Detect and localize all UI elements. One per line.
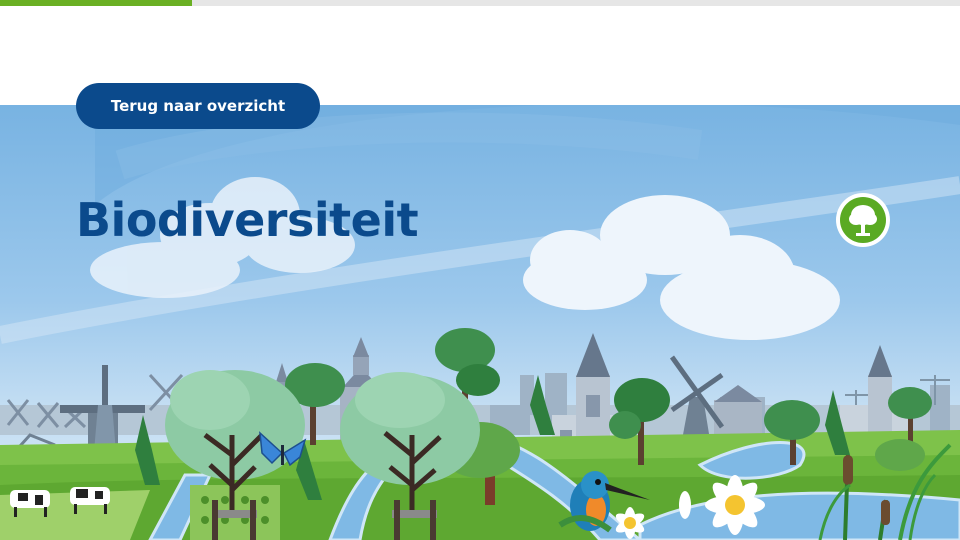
progress-bar-fill [0,0,192,6]
landscape-illustration [0,105,960,540]
progress-bar [0,0,960,6]
tree-icon [849,205,877,236]
page-title: Biodiversiteit [76,193,419,247]
hero-illustration [0,105,960,540]
tree-badge [836,193,890,247]
back-to-overview-button[interactable]: Terug naar overzicht [76,83,320,129]
